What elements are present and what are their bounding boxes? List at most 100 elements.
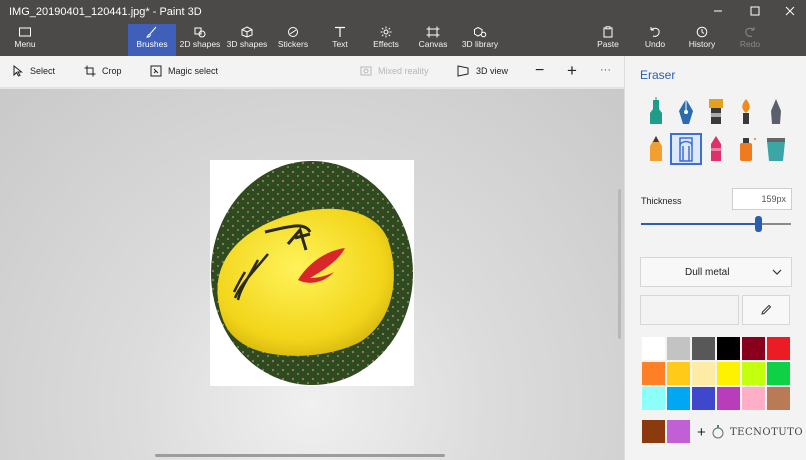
- spray-can-brush-icon: [740, 138, 756, 161]
- thickness-slider-thumb[interactable]: [755, 216, 762, 232]
- more-options-button[interactable]: ···: [600, 64, 611, 76]
- zoom-out-icon: −: [535, 62, 545, 79]
- palette-swatch[interactable]: [691, 361, 716, 386]
- title-bar: IMG_20190401_120441.jpg* - Paint 3D: [0, 0, 806, 24]
- zoom-out-button[interactable]: −: [535, 62, 544, 80]
- palette-swatch[interactable]: [766, 336, 791, 361]
- tab-3d-library-label: 3D library: [461, 39, 499, 49]
- spray-can-brush-button[interactable]: [731, 134, 761, 164]
- palette-swatch[interactable]: [741, 386, 766, 411]
- palette-swatch[interactable]: [691, 336, 716, 361]
- zoom-in-button[interactable]: +: [567, 61, 577, 81]
- select-cursor-icon: [13, 65, 23, 77]
- magic-select-icon: [150, 65, 162, 77]
- crop-button[interactable]: Crop: [84, 65, 122, 77]
- tab-2d-shapes[interactable]: 2D shapes: [178, 24, 222, 56]
- redo-button[interactable]: Redo: [736, 24, 764, 56]
- palette-swatch[interactable]: [691, 386, 716, 411]
- horizontal-scrollbar[interactable]: [155, 454, 445, 457]
- tab-stickers-label: Stickers: [277, 39, 309, 49]
- select-label: Select: [30, 66, 56, 76]
- marker-brush-button[interactable]: [641, 97, 671, 127]
- text-icon: [335, 26, 345, 37]
- folder-icon: [19, 27, 31, 37]
- add-color-button[interactable]: +: [697, 424, 706, 441]
- palette-swatch[interactable]: [641, 361, 666, 386]
- brush-icon: [146, 26, 157, 38]
- pencil-brush-button[interactable]: [641, 134, 671, 164]
- thickness-label: Thickness: [641, 196, 682, 206]
- custom-color-swatch[interactable]: [641, 419, 666, 444]
- tab-stickers[interactable]: Stickers: [274, 24, 312, 56]
- tab-2d-shapes-label: 2D shapes: [179, 39, 221, 49]
- tab-text[interactable]: Text: [325, 24, 355, 56]
- palette-swatch[interactable]: [666, 386, 691, 411]
- palette-swatch[interactable]: [716, 336, 741, 361]
- palette-swatch[interactable]: [716, 386, 741, 411]
- history-button[interactable]: History: [686, 24, 718, 56]
- palette-swatch[interactable]: [666, 361, 691, 386]
- marker-brush-icon: [650, 97, 662, 124]
- tab-effects[interactable]: Effects: [371, 24, 401, 56]
- paste-icon: [603, 26, 613, 38]
- history-icon: [696, 26, 708, 38]
- tab-3d-shapes[interactable]: 3D shapes: [225, 24, 269, 56]
- texture-label: Dull metal: [685, 267, 730, 278]
- tab-3d-library[interactable]: 3D library: [460, 24, 500, 56]
- brush-panel: Eraser Thickness 159px Dull metal + TECN…: [624, 56, 806, 460]
- palette-swatch[interactable]: [641, 386, 666, 411]
- menu-button[interactable]: Menu: [8, 24, 42, 56]
- canvas-image: [211, 161, 413, 385]
- redo-icon: [745, 27, 755, 37]
- current-color-swatch[interactable]: [640, 295, 739, 325]
- palette-swatch[interactable]: [716, 361, 741, 386]
- palette-swatch[interactable]: [641, 336, 666, 361]
- palette-swatch[interactable]: [666, 336, 691, 361]
- eraser-brush-button[interactable]: [670, 133, 702, 165]
- tab-canvas[interactable]: Canvas: [418, 24, 448, 56]
- watercolor-brush-button[interactable]: [731, 97, 761, 127]
- oil-brush-button[interactable]: [701, 97, 731, 127]
- chevron-down-icon: [772, 269, 782, 275]
- palette-swatch[interactable]: [741, 336, 766, 361]
- minimize-icon[interactable]: [711, 4, 725, 18]
- eyedropper-button[interactable]: [742, 295, 790, 325]
- drawing-canvas[interactable]: [210, 160, 414, 386]
- workspace[interactable]: [0, 89, 624, 460]
- fill-bucket-button[interactable]: [761, 134, 791, 164]
- zoom-in-icon: +: [567, 61, 577, 80]
- close-icon[interactable]: [783, 4, 797, 18]
- magic-select-button[interactable]: Magic select: [150, 65, 218, 77]
- thickness-slider-fill: [641, 223, 758, 225]
- 3d-view-label: 3D view: [476, 66, 509, 76]
- panel-title: Eraser: [640, 68, 676, 82]
- thickness-slider[interactable]: [641, 216, 791, 232]
- paste-label: Paste: [597, 39, 619, 49]
- calligraphy-pen-brush-button[interactable]: [671, 97, 701, 127]
- eyedropper-icon: [761, 304, 772, 315]
- pixel-pen-brush-button[interactable]: [761, 97, 791, 127]
- tab-brushes[interactable]: Brushes: [128, 24, 176, 56]
- mixed-reality-button[interactable]: Mixed reality: [360, 65, 429, 77]
- mixed-reality-icon: [360, 66, 372, 76]
- texture-dropdown[interactable]: Dull metal: [640, 257, 792, 287]
- tab-effects-label: Effects: [373, 39, 399, 49]
- custom-color-swatch[interactable]: [666, 419, 691, 444]
- maximize-icon[interactable]: [748, 4, 762, 18]
- thickness-input[interactable]: 159px: [732, 188, 792, 210]
- 3d-view-icon: [457, 65, 469, 77]
- palette-swatch[interactable]: [766, 361, 791, 386]
- watermark-logo-icon: [712, 425, 724, 439]
- 3d-view-button[interactable]: 3D view: [456, 65, 508, 77]
- history-label: History: [688, 39, 716, 49]
- canvas-icon: [426, 26, 440, 38]
- vertical-scrollbar[interactable]: [618, 189, 621, 339]
- crop-icon: [84, 65, 96, 77]
- paste-button[interactable]: Paste: [594, 24, 622, 56]
- palette-swatch[interactable]: [741, 361, 766, 386]
- undo-button[interactable]: Undo: [641, 24, 669, 56]
- watercolor-brush-icon: [742, 99, 750, 124]
- crayon-brush-button[interactable]: [701, 134, 731, 164]
- select-button[interactable]: Select: [12, 65, 55, 77]
- palette-swatch[interactable]: [766, 386, 791, 411]
